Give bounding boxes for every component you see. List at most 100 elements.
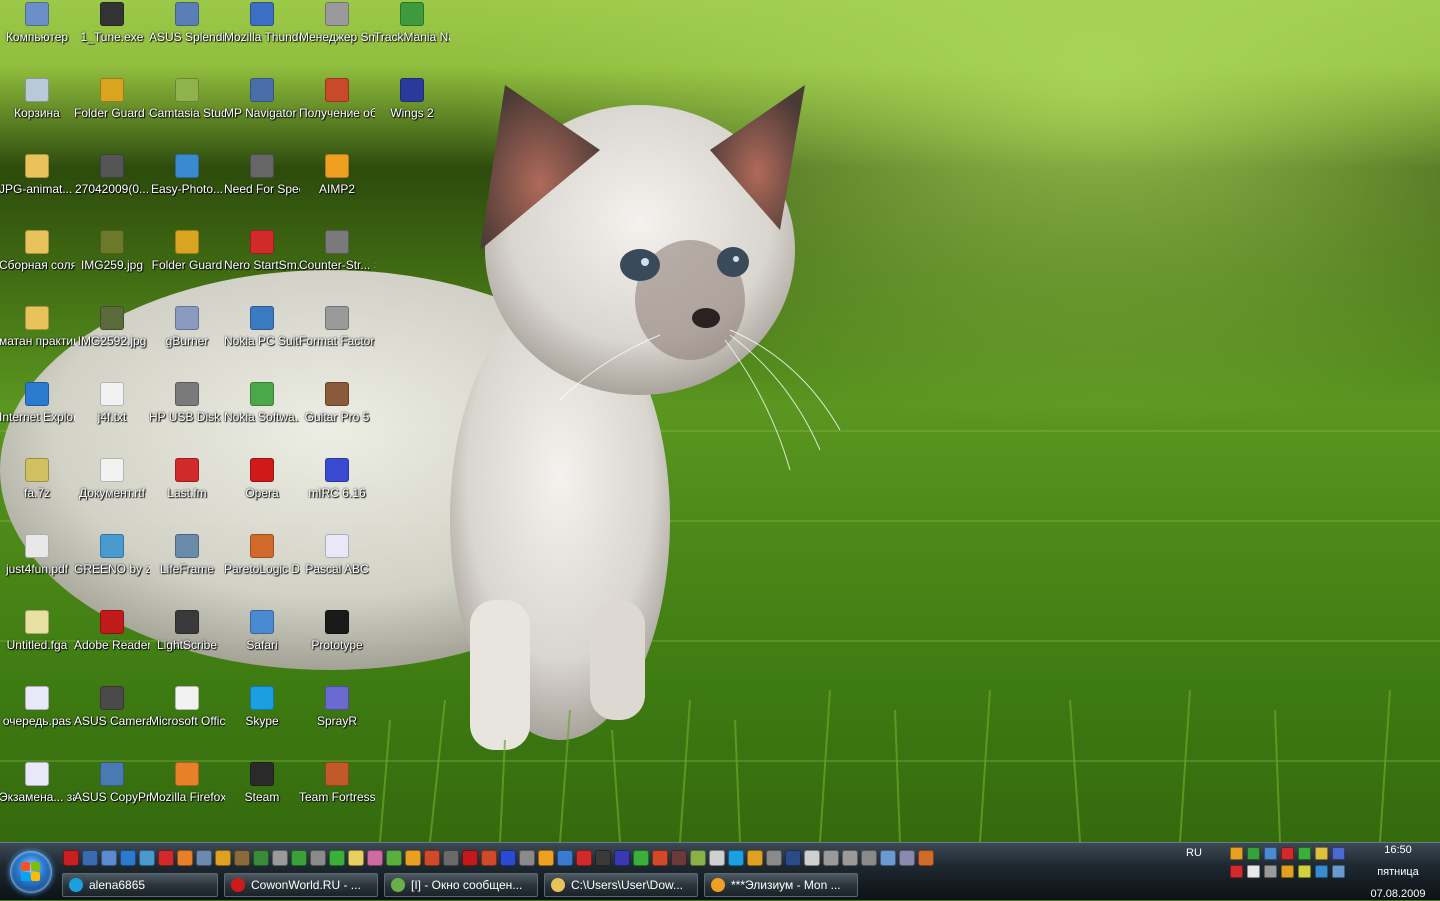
desktop-icon[interactable]: LifeFrame — [149, 532, 225, 606]
desktop-icon[interactable]: матан практика — [0, 304, 75, 378]
desktop-icon[interactable]: fa.7z — [0, 456, 75, 530]
tray-search-icon[interactable] — [1298, 865, 1311, 878]
tray-speaker-icon[interactable] — [1281, 865, 1294, 878]
taskbar-button[interactable]: CowonWorld.RU - ... — [224, 873, 378, 897]
save-icon[interactable] — [500, 850, 516, 866]
tray-pause-icon[interactable] — [1230, 847, 1243, 860]
desktop-icon[interactable]: Guitar Pro 5 — [299, 380, 375, 454]
firefox-ql-icon[interactable] — [177, 850, 193, 866]
ie-ql-icon[interactable] — [120, 850, 136, 866]
world-icon[interactable] — [253, 850, 269, 866]
calculator-icon[interactable] — [443, 850, 459, 866]
desktop-icon[interactable]: ParetoLogic DriverCure — [224, 532, 300, 606]
start-button[interactable] — [10, 851, 52, 893]
tray-network-icon[interactable] — [1315, 865, 1328, 878]
desktop-icon[interactable]: Folder Guard - Emergen... — [74, 76, 150, 150]
desktop-icon[interactable]: Корзина — [0, 76, 75, 150]
lastfm-ql-icon[interactable] — [576, 850, 592, 866]
skype-ql-icon[interactable] — [728, 850, 744, 866]
tools-icon[interactable] — [310, 850, 326, 866]
desktop-icon[interactable]: Nero StartSm... — [224, 228, 300, 302]
tray-wireless-icon[interactable] — [1332, 865, 1345, 878]
pen-icon[interactable] — [234, 850, 250, 866]
desktop-icon[interactable]: TrackMania Nations F... — [374, 0, 450, 74]
taskbar-button[interactable]: [I] - Окно сообщен... — [384, 873, 538, 897]
opera-ql-icon[interactable] — [63, 850, 79, 866]
desktop-icon[interactable]: Prototype — [299, 608, 375, 682]
card-icon[interactable] — [519, 850, 535, 866]
paint-icon[interactable] — [424, 850, 440, 866]
spider-icon[interactable] — [671, 850, 687, 866]
desktop-icon[interactable]: Last.fm — [149, 456, 225, 530]
app-icon[interactable] — [272, 850, 288, 866]
desktop-icon[interactable]: LightScribe — [149, 608, 225, 682]
camera-ql-icon[interactable] — [861, 850, 877, 866]
brush-icon[interactable] — [405, 850, 421, 866]
desktop-icon[interactable]: Nokia Softwa... — [224, 380, 300, 454]
burn-icon[interactable] — [652, 850, 668, 866]
chess-icon[interactable] — [823, 850, 839, 866]
desktop-icon[interactable]: ASUS Camera S... — [74, 684, 150, 758]
desktop-icon[interactable]: GREENO by zic23.sis — [74, 532, 150, 606]
desktop-icon[interactable]: Camtasia Studio 6 — [149, 76, 225, 150]
taskbar-button[interactable]: C:\Users\User\Dow... — [544, 873, 698, 897]
game-icon[interactable] — [595, 850, 611, 866]
aimp-ql-icon[interactable] — [538, 850, 554, 866]
desktop-icon[interactable]: Сборная солянка — [0, 228, 75, 302]
desktop-icon[interactable]: Pascal ABC — [299, 532, 375, 606]
desktop-icon[interactable]: Wings 2 — [374, 76, 450, 150]
plane-icon[interactable] — [747, 850, 763, 866]
desktop-icon[interactable]: mIRC 6.16 — [299, 456, 375, 530]
tray-green-icon[interactable] — [1298, 847, 1311, 860]
desktop-icon[interactable]: Mozilla Thunderbird — [224, 0, 300, 74]
notes-icon[interactable] — [348, 850, 364, 866]
media-player-icon[interactable] — [557, 850, 573, 866]
desktop-icon[interactable]: Документ.rtf — [74, 456, 150, 530]
globe-icon[interactable] — [139, 850, 155, 866]
desktop-icon[interactable]: Steam — [224, 760, 300, 834]
show-desktop-icon[interactable] — [82, 850, 98, 866]
car-icon[interactable] — [766, 850, 782, 866]
desktop-icon[interactable]: SprayR — [299, 684, 375, 758]
tray-check-icon[interactable] — [1247, 847, 1260, 860]
photoshop-icon[interactable] — [785, 850, 801, 866]
tray-x-icon[interactable] — [1230, 865, 1243, 878]
desktop-icon[interactable]: Internet Explorer — [0, 380, 75, 454]
a-icon[interactable] — [842, 850, 858, 866]
map-icon[interactable] — [690, 850, 706, 866]
desktop-icon[interactable]: IMG259.jpg — [74, 228, 150, 302]
language-indicator[interactable]: RU — [1186, 847, 1202, 859]
desktop-icon[interactable]: Need For Speed Und... — [224, 152, 300, 226]
pdf-ql-icon[interactable] — [462, 850, 478, 866]
desktop-icon[interactable]: AIMP2 — [299, 152, 375, 226]
desktop-icon[interactable]: Format Factory — [299, 304, 375, 378]
tray-red-icon[interactable] — [1281, 847, 1294, 860]
desktop-icon[interactable]: Экзамена... задание.pas — [0, 760, 75, 834]
tray-info-icon[interactable] — [1332, 847, 1345, 860]
green-square-icon[interactable] — [291, 850, 307, 866]
tool-icon[interactable] — [196, 850, 212, 866]
desktop-icon[interactable]: Untitled.fga — [0, 608, 75, 682]
desktop-icon[interactable]: ASUS CopyProtect — [74, 760, 150, 834]
desktop-icon[interactable]: Компьютер — [0, 0, 75, 74]
desktop-icon[interactable]: Получение обновлен... — [299, 76, 375, 150]
shield-icon[interactable] — [614, 850, 630, 866]
opera-alt-icon[interactable] — [158, 850, 174, 866]
fox-icon[interactable] — [918, 850, 934, 866]
media-icon[interactable] — [215, 850, 231, 866]
tray-a-icon[interactable] — [1264, 847, 1277, 860]
desktop-icon[interactable]: Nokia PC Suite — [224, 304, 300, 378]
desktop-icon[interactable]: just4fun.pdf — [0, 532, 75, 606]
desktop-icon[interactable]: Folder Guard — [149, 228, 225, 302]
desktop-icon[interactable]: Opera — [224, 456, 300, 530]
taskbar-button[interactable]: ***Элизиум - Mon ... — [704, 873, 858, 897]
tray-monitor-icon[interactable] — [1264, 865, 1277, 878]
desktop-icon[interactable]: MP Navigator 3.0 — [224, 76, 300, 150]
arrow-icon[interactable] — [709, 850, 725, 866]
icq-icon[interactable] — [633, 850, 649, 866]
desktop-icon[interactable]: Skype — [224, 684, 300, 758]
clock[interactable]: 16:50 пятница 07.08.2009 — [1358, 843, 1438, 900]
desktop-icon[interactable]: HP USB Disk Storage Fo... — [149, 380, 225, 454]
desktop-icon[interactable]: gBurner — [149, 304, 225, 378]
desktop-icon[interactable]: Adobe Reader 8 — [74, 608, 150, 682]
